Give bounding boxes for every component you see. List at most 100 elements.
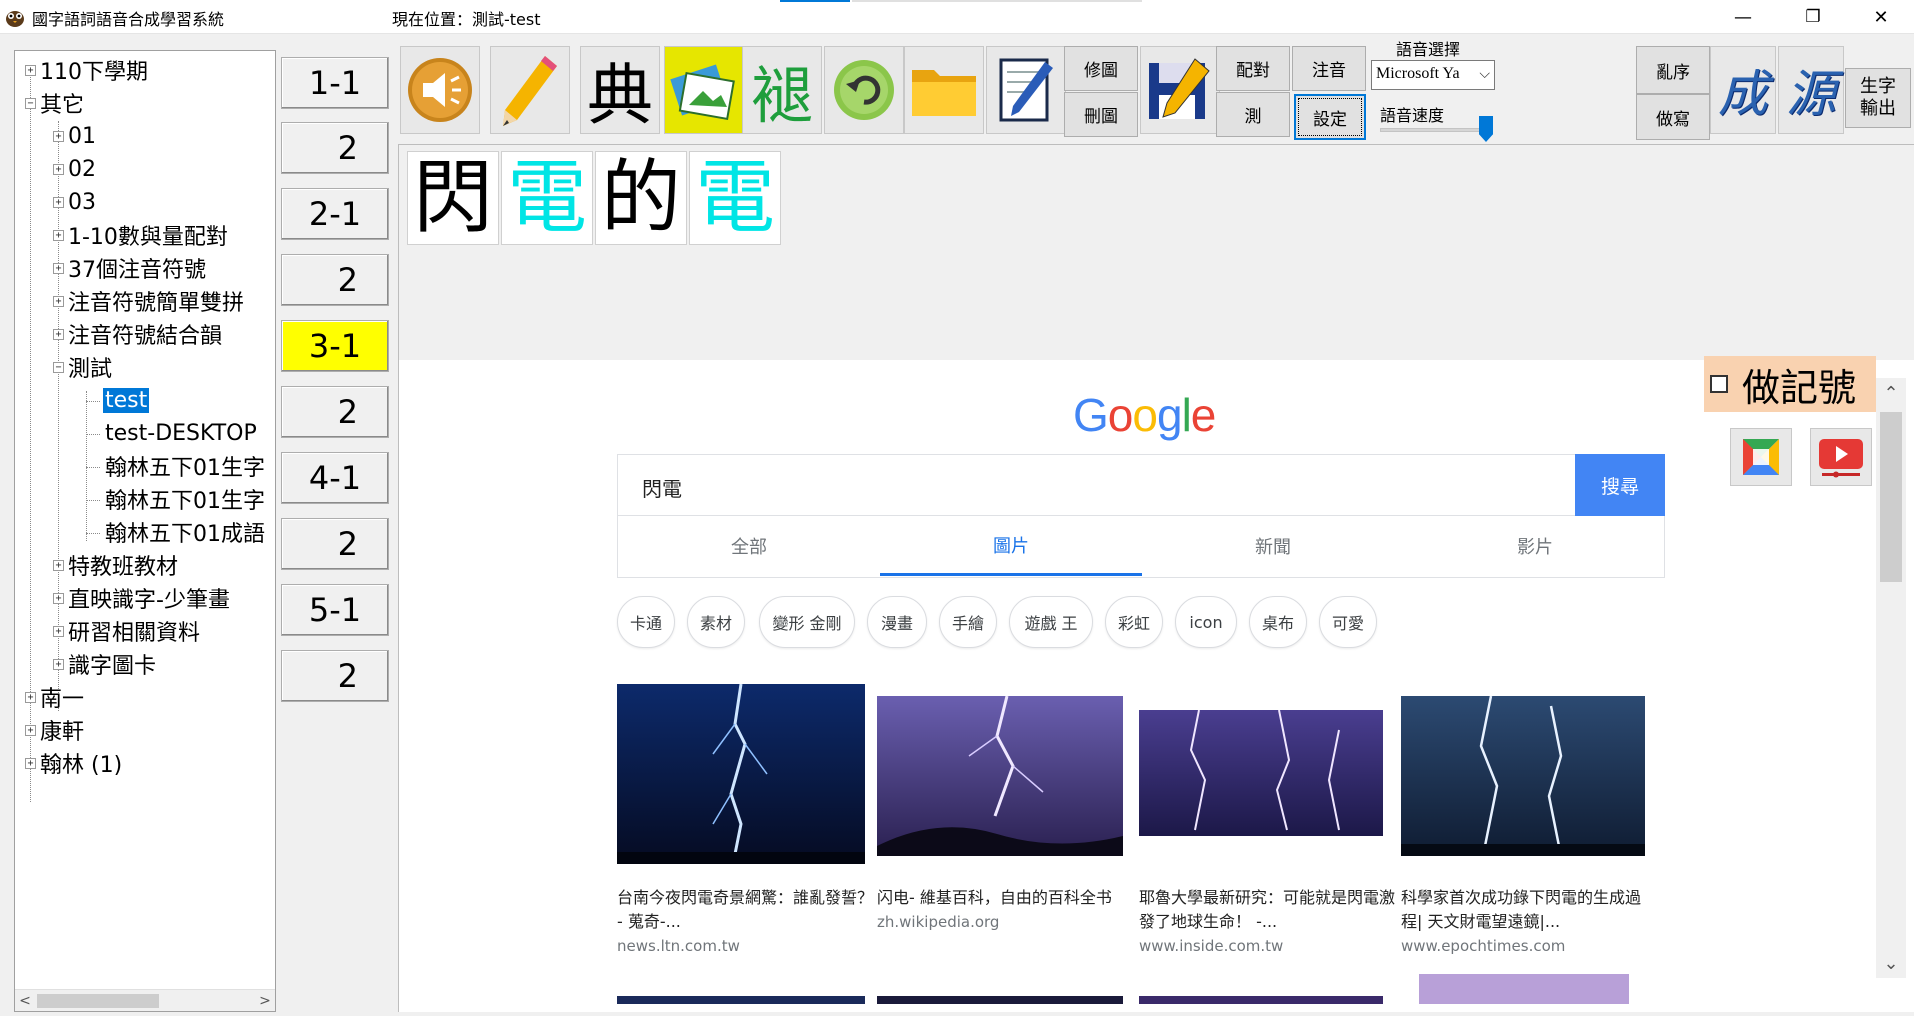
save-edit-button[interactable]: [1140, 46, 1220, 134]
tree-item[interactable]: +03: [53, 187, 96, 217]
lesson-button[interactable]: 2: [281, 650, 389, 702]
lesson-button[interactable]: 5-1: [281, 584, 389, 636]
expand-toggle[interactable]: +: [25, 757, 36, 769]
expand-toggle[interactable]: +: [53, 592, 64, 604]
filter-chip[interactable]: 漫畫: [867, 596, 927, 648]
next-image-partial[interactable]: [1419, 974, 1629, 1004]
picture-button[interactable]: [664, 46, 744, 134]
image-result-caption[interactable]: 台南今夜閃電奇景網驚：誰亂發誓？ - 蒐奇-... news.ltn.com.tw: [617, 886, 875, 958]
practice-write-button[interactable]: 做寫: [1636, 94, 1710, 140]
zhuyin-button[interactable]: 注音: [1292, 46, 1366, 91]
tree-item[interactable]: +1-10數與量配對: [53, 220, 228, 250]
modify-picture-button[interactable]: 修圖: [1064, 46, 1138, 91]
expand-toggle[interactable]: +: [53, 295, 64, 307]
tree-item[interactable]: + 注音符號簡單雙拼: [53, 286, 244, 316]
character-card[interactable]: 閃: [407, 151, 499, 245]
export-words-button[interactable]: 生字 輸出: [1845, 68, 1911, 128]
character-card[interactable]: 電: [501, 151, 593, 245]
filter-chip[interactable]: 素材: [687, 596, 745, 648]
scroll-up-icon[interactable]: ⌃: [1876, 378, 1906, 408]
voice-select[interactable]: Microsoft Ya ⌵: [1371, 60, 1495, 90]
lesson-button[interactable]: 2: [281, 254, 389, 306]
next-image-partial[interactable]: [877, 996, 1123, 1004]
tab-all[interactable]: 全部: [618, 516, 880, 576]
character-card[interactable]: 的: [595, 151, 687, 245]
tree-item[interactable]: 翰林五下01生字: [105, 451, 265, 481]
tree-item[interactable]: + 識字圖卡: [53, 649, 156, 679]
image-search-button[interactable]: [1730, 428, 1792, 486]
tree-item[interactable]: − 其它: [25, 88, 84, 118]
filter-chip[interactable]: 手繪: [939, 596, 997, 648]
tree-item[interactable]: + 翰林 (1): [25, 748, 122, 778]
close-button[interactable]: ✕: [1848, 0, 1914, 34]
filter-chip[interactable]: 卡通: [617, 596, 675, 648]
tree-item[interactable]: 翰林五下01成語: [105, 517, 265, 547]
character-card[interactable]: 電: [689, 151, 781, 245]
tree-horizontal-scrollbar[interactable]: < >: [15, 989, 275, 1011]
tree-item[interactable]: − 測試: [53, 352, 112, 382]
lesson-button[interactable]: 2: [281, 386, 389, 438]
filter-chip[interactable]: 變形 金剛: [759, 596, 855, 648]
scrollbar-thumb[interactable]: [1880, 412, 1902, 582]
collapse-toggle[interactable]: −: [25, 97, 36, 109]
maximize-button[interactable]: ❐: [1780, 0, 1846, 34]
next-image-partial[interactable]: [617, 996, 865, 1004]
notes-button[interactable]: [986, 46, 1066, 134]
tree-item[interactable]: +02: [53, 154, 96, 184]
image-result-caption[interactable]: 耶魯大學最新研究：可能就是閃電激發了地球生命！ -... www.inside.c…: [1139, 886, 1397, 958]
expand-toggle[interactable]: +: [53, 229, 64, 241]
tab-videos[interactable]: 影片: [1404, 516, 1666, 576]
expand-toggle[interactable]: +: [53, 559, 64, 571]
tab-news[interactable]: 新聞: [1142, 516, 1404, 576]
tree-item[interactable]: +37個注音符號: [53, 253, 206, 283]
lesson-tree[interactable]: +110下學期 − 其它 +01 +02 +03 +1-10數與量配對 +37個注…: [14, 50, 276, 1012]
write-button[interactable]: [490, 46, 570, 134]
image-result-caption[interactable]: 科學家首次成功錄下閃電的生成過程| 天文財電望遠鏡|... www.epochti…: [1401, 886, 1659, 958]
word-origin-button[interactable]: 源: [1778, 46, 1844, 134]
tree-item[interactable]: +110下學期: [25, 55, 148, 85]
lightning-image-3[interactable]: [1139, 710, 1383, 836]
tree-item[interactable]: 翰林五下01生字: [105, 484, 265, 514]
filter-chip[interactable]: 可愛: [1319, 596, 1377, 648]
speak-button[interactable]: [400, 46, 480, 134]
tree-item[interactable]: + 直映識字-少筆畫: [53, 583, 230, 613]
speech-speed-slider-thumb[interactable]: [1479, 116, 1493, 142]
tree-item[interactable]: + 研習相關資料: [53, 616, 200, 646]
lesson-button[interactable]: 2-1: [281, 188, 389, 240]
tree-item-selected[interactable]: test: [103, 385, 150, 415]
expand-toggle[interactable]: +: [53, 196, 64, 208]
filter-chip[interactable]: 遊戲 王: [1009, 596, 1093, 648]
mark-toggle[interactable]: 做記號: [1704, 356, 1876, 412]
test-button[interactable]: 測: [1216, 92, 1290, 137]
scroll-right-icon[interactable]: >: [255, 990, 275, 1011]
tree-item[interactable]: + 注音符號結合韻: [53, 319, 222, 349]
idiom-button[interactable]: 成: [1710, 46, 1776, 134]
lightning-image-2[interactable]: [877, 696, 1123, 856]
expand-toggle[interactable]: +: [53, 658, 64, 670]
lightning-image-4[interactable]: [1401, 696, 1645, 856]
stroke-order-button[interactable]: 褪: [742, 46, 822, 134]
expand-toggle[interactable]: +: [53, 130, 64, 142]
tree-item[interactable]: + 南一: [25, 682, 84, 712]
expand-toggle[interactable]: +: [25, 691, 36, 703]
google-search-box[interactable]: 閃電 搜尋: [617, 454, 1665, 516]
search-button[interactable]: 搜尋: [1575, 454, 1665, 516]
filter-chip[interactable]: 桌布: [1249, 596, 1307, 648]
image-result-caption[interactable]: 闪电- 維基百科，自由的百科全书 zh.wikipedia.org: [877, 886, 1135, 934]
expand-toggle[interactable]: +: [25, 724, 36, 736]
dictionary-button[interactable]: 典: [580, 46, 660, 134]
speech-speed-track[interactable]: [1380, 128, 1490, 132]
filter-chip[interactable]: 彩虹: [1105, 596, 1163, 648]
collapse-toggle[interactable]: −: [53, 361, 64, 373]
expand-toggle[interactable]: +: [53, 328, 64, 340]
settings-button[interactable]: 設定: [1294, 94, 1366, 140]
scroll-left-icon[interactable]: <: [15, 990, 35, 1011]
mark-checkbox[interactable]: [1710, 375, 1728, 393]
reset-button[interactable]: [824, 46, 904, 134]
tree-item[interactable]: + 康軒: [25, 715, 84, 745]
expand-toggle[interactable]: +: [53, 625, 64, 637]
scrollbar-thumb[interactable]: [37, 994, 159, 1008]
tree-item[interactable]: + 特教班教材: [53, 550, 178, 580]
scroll-down-icon[interactable]: ⌄: [1876, 948, 1906, 978]
expand-toggle[interactable]: +: [53, 262, 64, 274]
